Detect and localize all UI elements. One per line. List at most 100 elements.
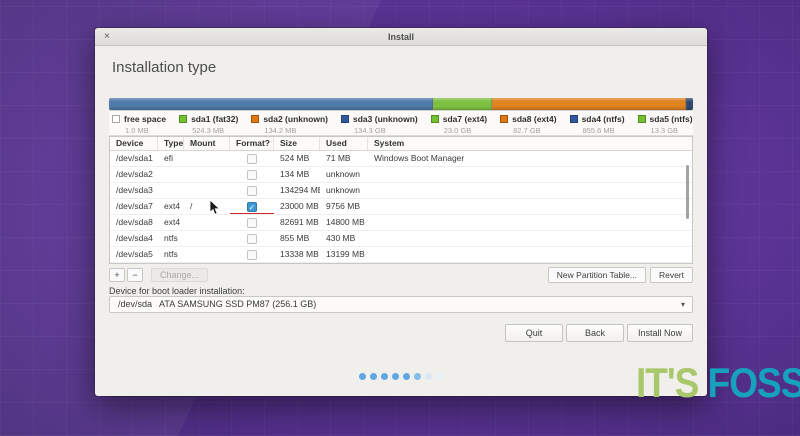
column-header[interactable]: Format?: [230, 137, 274, 150]
table-row[interactable]: /dev/sda1 efi 524 MB 71 MB Windows Boot …: [110, 151, 692, 167]
legend-item-label: free space: [124, 114, 166, 124]
cell-system: [368, 183, 692, 198]
table-row[interactable]: /dev/sda2 134 MB unknown: [110, 167, 692, 183]
cell-mount-point: /: [184, 199, 230, 214]
change-partition-button[interactable]: Change...: [151, 268, 208, 282]
step-dot: [436, 373, 443, 380]
new-partition-table-button[interactable]: New Partition Table...: [548, 267, 646, 283]
legend-item: free space 1.0 MB: [112, 114, 166, 135]
legend-item-label: sda7 (ext4): [443, 114, 487, 124]
legend-item: sda5 (ntfs) 13.3 GB: [638, 114, 693, 135]
legend-item-size: 524.3 MB: [192, 126, 238, 135]
cell-device: /dev/sda8: [110, 215, 158, 230]
format-checkbox[interactable]: [247, 218, 257, 228]
bootloader-selected-value: /dev/sda ATA SAMSUNG SSD PM87 (256.1 GB): [110, 297, 692, 312]
legend-item-size: 23.0 GB: [444, 126, 487, 135]
step-dot: [414, 373, 421, 380]
legend-item-label: sda3 (unknown): [353, 114, 418, 124]
add-partition-button[interactable]: +: [109, 268, 125, 282]
format-checkbox[interactable]: [247, 234, 257, 244]
step-dot: [359, 373, 366, 380]
cell-used: 13199 MB: [320, 247, 368, 262]
install-now-button[interactable]: Install Now: [627, 324, 693, 342]
format-checkbox[interactable]: [247, 170, 257, 180]
legend-item: sda3 (unknown) 134.3 GB: [341, 114, 418, 135]
cell-used: 430 MB: [320, 231, 368, 246]
cell-device: /dev/sda4: [110, 231, 158, 246]
window-title: Install: [95, 28, 707, 46]
legend-item-label: sda1 (fat32): [191, 114, 238, 124]
partition-legend: free space 1.0 MB sda1 (fat32) 524.3 MB …: [109, 111, 693, 136]
partition-bar: [109, 98, 693, 110]
watermark-foss: FOSS: [698, 360, 800, 406]
bootloader-device-select[interactable]: /dev/sda ATA SAMSUNG SSD PM87 (256.1 GB)…: [109, 296, 693, 313]
legend-item-label: sda4 (ntfs): [582, 114, 625, 124]
table-row[interactable]: /dev/sda8 ext4 82691 MB 14800 MB: [110, 215, 692, 231]
remove-partition-button[interactable]: −: [127, 268, 143, 282]
legend-item-label: sda8 (ext4): [512, 114, 556, 124]
cell-system: [368, 247, 692, 262]
cell-system: [368, 199, 692, 214]
format-checkbox[interactable]: [247, 250, 257, 260]
column-header[interactable]: System: [368, 137, 692, 150]
column-header[interactable]: Used: [320, 137, 368, 150]
table-row[interactable]: /dev/sda4 ntfs 855 MB 430 MB: [110, 231, 692, 247]
cell-system: Windows Boot Manager: [368, 151, 692, 166]
mouse-cursor: [209, 200, 221, 216]
cell-mount-point: [184, 151, 230, 166]
format-checkbox[interactable]: [247, 186, 257, 196]
cell-format: [230, 247, 274, 262]
action-buttons: Quit Back Install Now: [505, 324, 693, 342]
partition-color-swatch: [500, 115, 508, 123]
legend-item: sda4 (ntfs) 855.6 MB: [570, 114, 625, 135]
revert-button[interactable]: Revert: [650, 267, 693, 283]
table-row[interactable]: /dev/sda5 ntfs 13338 MB 13199 MB: [110, 247, 692, 263]
column-header[interactable]: Size: [274, 137, 320, 150]
table-row[interactable]: /dev/sda3 134294 MB unknown: [110, 183, 692, 199]
its-foss-watermark: IT'S FOSS: [636, 360, 800, 407]
cell-size: 855 MB: [274, 231, 320, 246]
legend-item: sda8 (ext4) 82.7 GB: [500, 114, 556, 135]
format-checkbox[interactable]: [247, 154, 257, 164]
cell-mount-point: [184, 167, 230, 182]
column-header[interactable]: Mount point: [184, 137, 230, 150]
watermark-its: IT'S: [636, 360, 698, 406]
cell-used: 14800 MB: [320, 215, 368, 230]
cell-format: [230, 183, 274, 198]
legend-item-size: 855.6 MB: [583, 126, 625, 135]
cell-type: [158, 183, 184, 198]
cell-system: [368, 231, 692, 246]
partition-bar-segment: [109, 98, 433, 110]
cell-system: [368, 215, 692, 230]
legend-item-size: 1.0 MB: [125, 126, 166, 135]
column-header[interactable]: Device: [110, 137, 158, 150]
quit-button[interactable]: Quit: [505, 324, 563, 342]
cell-device: /dev/sda2: [110, 167, 158, 182]
cell-size: 13338 MB: [274, 247, 320, 262]
step-dot: [381, 373, 388, 380]
legend-item: sda2 (unknown) 134.2 MB: [251, 114, 328, 135]
cell-size: 524 MB: [274, 151, 320, 166]
back-button[interactable]: Back: [566, 324, 624, 342]
legend-item-size: 134.2 MB: [264, 126, 328, 135]
partition-table: Device Type Mount point Format? Size Use…: [109, 136, 693, 264]
titlebar: × Install: [95, 28, 707, 46]
partition-bar-segment: [686, 98, 693, 110]
table-scrollbar[interactable]: [686, 165, 689, 219]
partition-color-swatch: [431, 115, 439, 123]
cell-device: /dev/sda5: [110, 247, 158, 262]
legend-item-size: 13.3 GB: [651, 126, 693, 135]
cell-mount-point: [184, 183, 230, 198]
cell-format: [230, 167, 274, 182]
cell-format: [230, 215, 274, 230]
format-checkbox[interactable]: ✓: [247, 202, 257, 212]
cell-used: 71 MB: [320, 151, 368, 166]
cell-device: /dev/sda7: [110, 199, 158, 214]
installer-window: × Install Installation type free space 1…: [95, 28, 707, 396]
column-header[interactable]: Type: [158, 137, 184, 150]
cell-size: 23000 MB: [274, 199, 320, 214]
cell-mount-point: [184, 231, 230, 246]
partition-color-swatch: [179, 115, 187, 123]
legend-item-label: sda2 (unknown): [263, 114, 328, 124]
table-row[interactable]: /dev/sda7 ext4 / ✓ 23000 MB 9756 MB: [110, 199, 692, 215]
